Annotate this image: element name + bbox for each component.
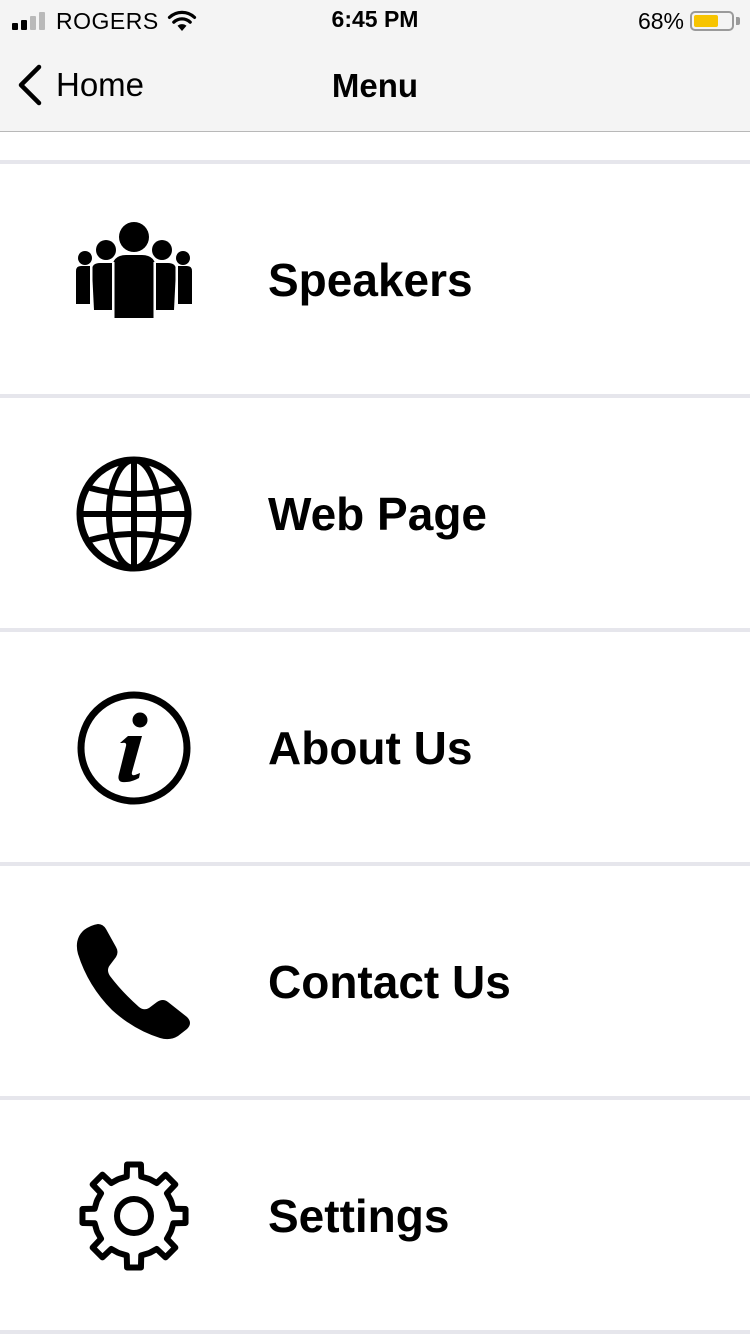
menu-item-label: About Us	[268, 722, 473, 774]
menu-list: Speakers Web Page About Us Contact Us Se…	[0, 132, 750, 1334]
menu-item-settings[interactable]: Settings	[0, 1100, 750, 1334]
battery-level-fill	[694, 15, 718, 27]
menu-item-label: Speakers	[268, 254, 473, 306]
list-top-spacer	[0, 132, 750, 164]
gear-icon	[76, 1158, 192, 1274]
menu-screen: ROGERS 6:45 PM 68% Home Menu Speakers We…	[0, 0, 750, 1334]
navigation-bar: Home Menu	[0, 40, 750, 132]
menu-item-web-page[interactable]: Web Page	[0, 398, 750, 632]
menu-item-contact-us[interactable]: Contact Us	[0, 866, 750, 1100]
status-bar: ROGERS 6:45 PM 68%	[0, 0, 750, 40]
menu-item-label: Settings	[268, 1190, 450, 1242]
status-right: 68%	[638, 7, 740, 35]
menu-item-label: Web Page	[268, 488, 487, 540]
phone-icon	[76, 924, 192, 1040]
people-group-icon	[76, 222, 192, 338]
globe-icon	[76, 456, 192, 572]
page-title: Menu	[331, 67, 419, 104]
battery-tip	[736, 17, 740, 25]
info-icon	[76, 690, 192, 806]
menu-item-about-us[interactable]: About Us	[0, 632, 750, 866]
battery-percentage: 68%	[637, 7, 684, 34]
menu-item-speakers[interactable]: Speakers	[0, 164, 750, 398]
menu-item-label: Contact Us	[268, 956, 511, 1008]
battery-icon	[690, 11, 734, 31]
